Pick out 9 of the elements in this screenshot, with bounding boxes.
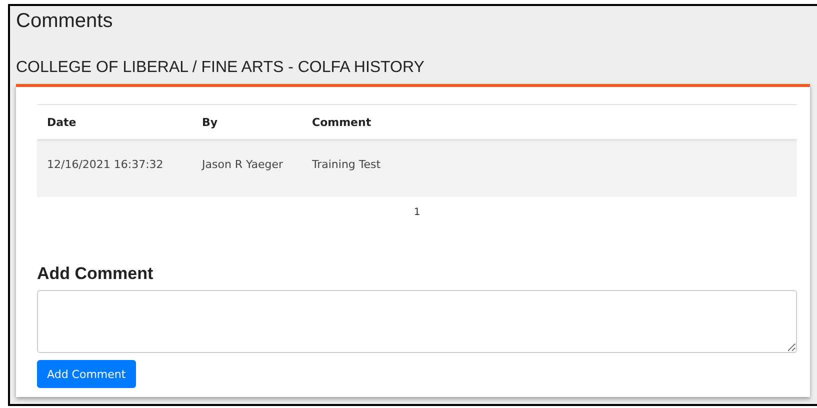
table-cell: Jason R Yaeger	[192, 140, 302, 197]
table-cell: 12/16/2021 16:37:32	[37, 140, 192, 197]
table-cell: Training Test	[302, 140, 797, 197]
page-link[interactable]: 1	[410, 207, 424, 218]
comment-field[interactable]	[37, 290, 797, 353]
add-comment-heading: Add Comment	[37, 263, 154, 285]
page-title: Comments	[16, 9, 114, 34]
add-comment-button[interactable]: Add Comment	[37, 360, 136, 388]
section-title: COLLEGE OF LIBERAL / FINE ARTS - COLFA HISTORY	[16, 58, 426, 78]
